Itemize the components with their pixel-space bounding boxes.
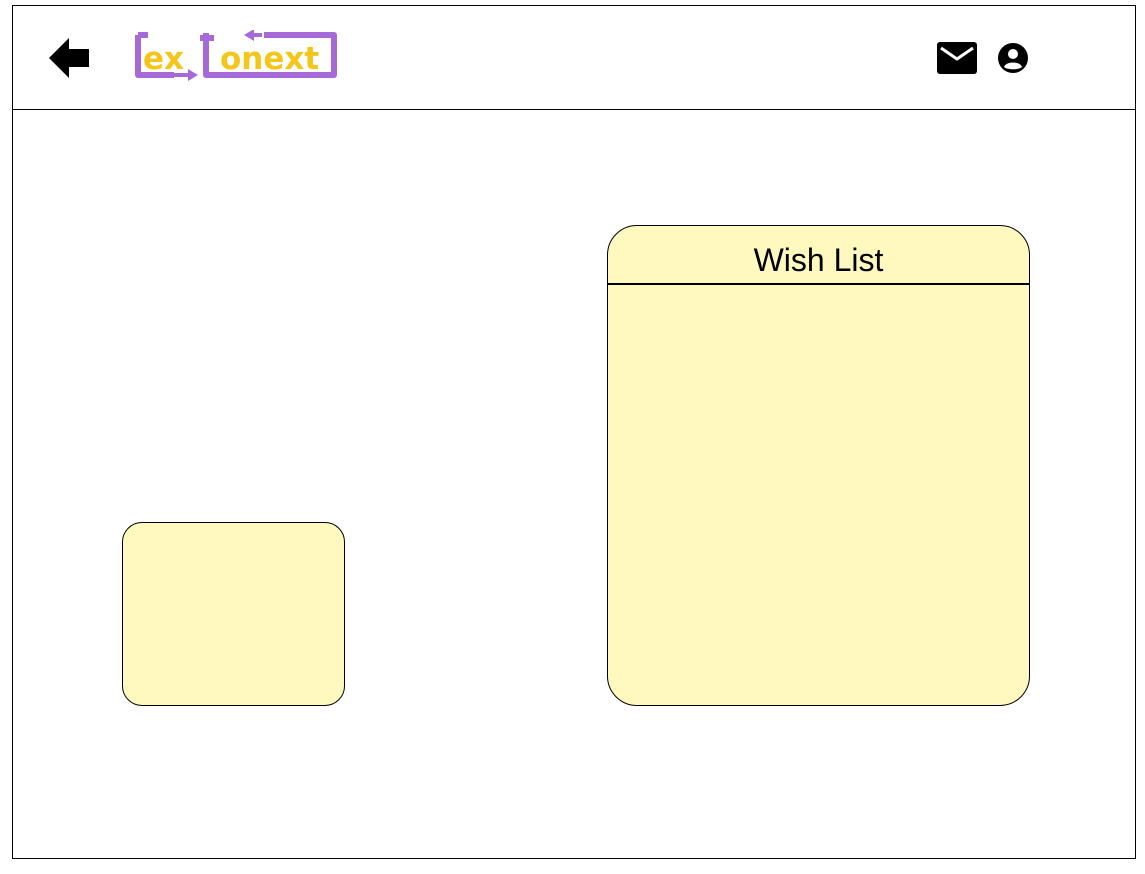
app-logo[interactable]: ex onext [134, 29, 340, 82]
back-arrow-icon [49, 38, 89, 78]
mail-icon [937, 42, 977, 74]
logo-text-ex: ex [143, 41, 184, 77]
top-bar: ex onext [13, 6, 1135, 110]
wish-list-title: Wish List [608, 226, 1029, 285]
user-account-icon [998, 43, 1028, 73]
mail-button[interactable] [937, 42, 977, 74]
wish-list-body [608, 285, 1029, 705]
product-card[interactable] [122, 522, 345, 706]
logo-text-onext: onext [220, 41, 319, 77]
user-account-button[interactable] [997, 42, 1029, 74]
logo-graphic: ex onext [135, 29, 337, 81]
back-button[interactable] [47, 36, 91, 80]
app-frame: ex onext Wish List [12, 5, 1136, 859]
wish-list-panel: Wish List [607, 225, 1030, 706]
